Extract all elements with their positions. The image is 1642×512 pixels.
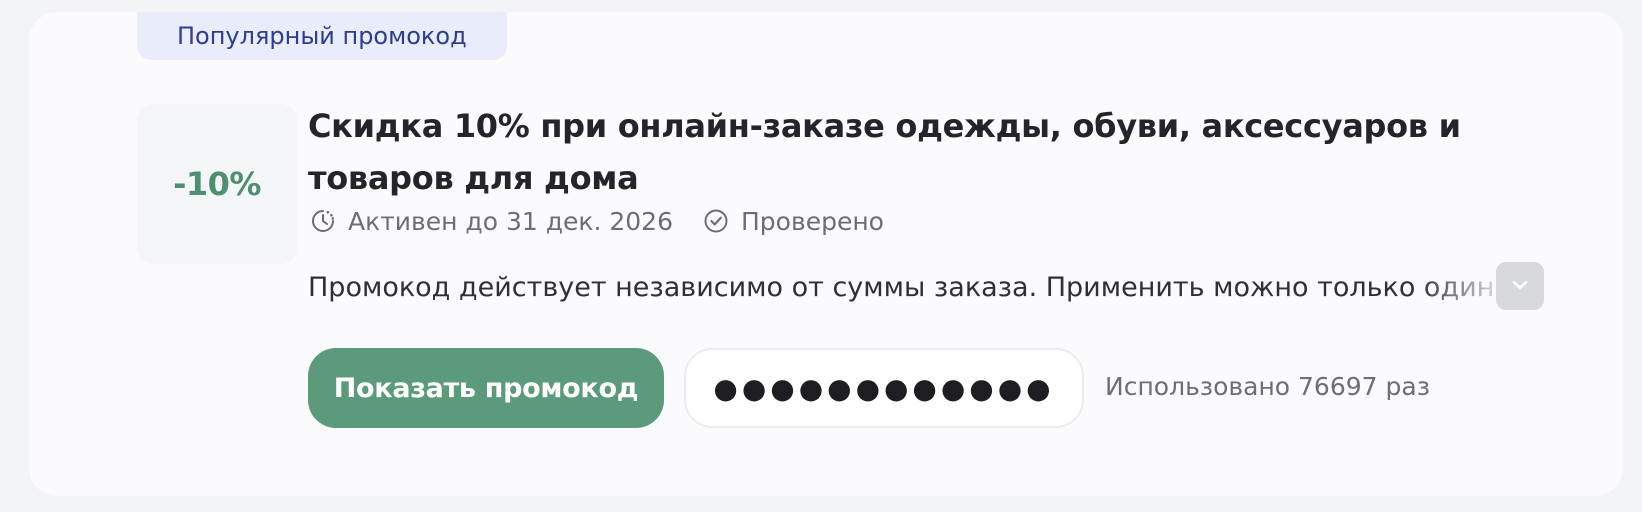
popular-promo-badge: Популярный промокод [137,12,507,60]
active-until-text: Активен до 31 дек. 2026 [348,206,673,236]
active-until: Активен до 31 дек. 2026 [308,206,673,236]
masked-promo-code-field[interactable]: ●●●●●●●●●●●● [684,348,1084,428]
promo-description-wrap: Промокод действует независимо от суммы з… [308,262,1538,314]
chevron-down-icon [1508,273,1532,300]
check-circle-icon [701,206,731,236]
verified-status: Проверено [701,206,884,236]
discount-box: -10% [137,104,297,264]
expand-description-button[interactable] [1496,262,1544,310]
promo-title: Скидка 10% при онлайн-заказе одежды, обу… [308,107,1461,197]
usage-count: Использовано 76697 раз [1105,372,1430,401]
promo-meta: Активен до 31 дек. 2026 Проверено [308,206,884,236]
promo-description: Промокод действует независимо от суммы з… [308,272,1538,303]
discount-value: -10% [173,165,261,203]
promo-card: Популярный промокод -10% Скидка 10% при … [29,12,1623,496]
clock-icon [308,206,338,236]
show-promo-code-button[interactable]: Показать промокод [308,348,664,428]
verified-text: Проверено [741,206,884,236]
